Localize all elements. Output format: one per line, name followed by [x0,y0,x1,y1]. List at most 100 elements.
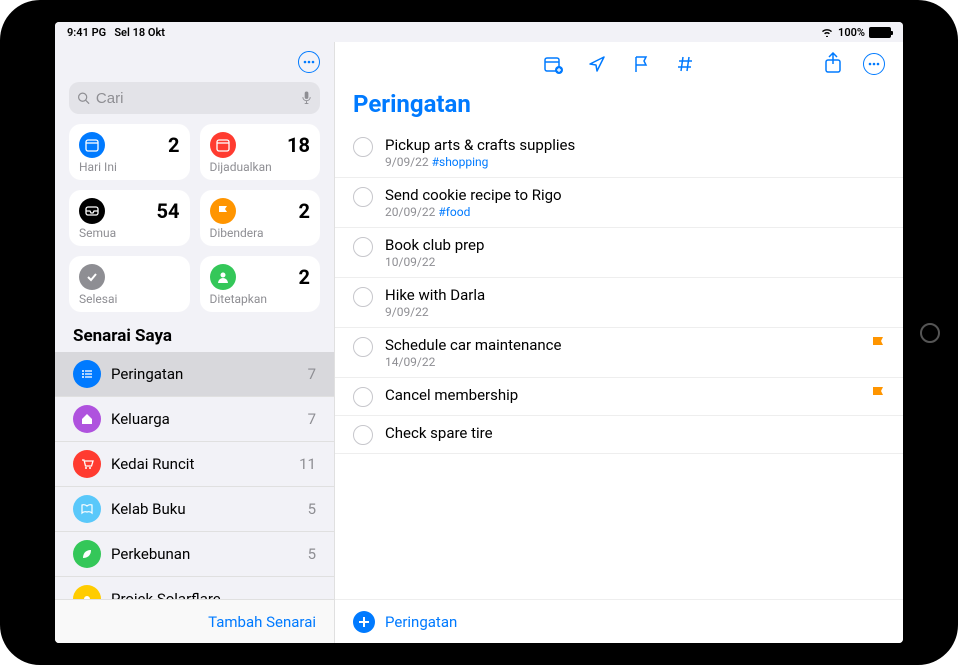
sidebar: 2 Hari Ini 18 Dijadualkan 54 Semua 2 Dib… [55,42,335,643]
reminder-meta: 9/09/22 #shopping [385,155,885,169]
calendar-add-icon[interactable] [543,54,563,74]
list-icon [73,360,101,388]
reminder-row[interactable]: Book club prep 10/09/22 [335,228,903,278]
my-lists-header: Senarai Saya [55,312,334,352]
reminder-checkbox[interactable] [353,187,373,207]
reminder-checkbox[interactable] [353,237,373,257]
smart-label: Dibendera [210,226,311,240]
inbox-icon [79,198,105,224]
home-icon [73,405,101,433]
smart-count: 2 [299,199,310,223]
smart-list-scheduled[interactable]: 18 Dijadualkan [200,124,321,180]
more-button[interactable] [298,51,320,73]
list-count: 7 [308,365,316,383]
sidebar-list-item[interactable]: Projek Solarflare [55,577,334,599]
list-label: Keluarga [111,410,298,428]
plus-icon [358,616,370,628]
list-label: Kedai Runcit [111,455,289,473]
list-count: 11 [299,455,316,473]
smart-count: 54 [157,199,180,223]
add-reminder-button[interactable] [353,611,375,633]
reminder-title: Hike with Darla [385,286,885,304]
smart-list-completed[interactable]: 0 Selesai [69,256,190,312]
reminder-title: Pickup arts & crafts supplies [385,136,885,154]
status-date: Sel 18 Okt [114,26,165,39]
location-icon[interactable] [587,54,607,74]
reminder-checkbox[interactable] [353,287,373,307]
list-label: Peringatan [111,365,298,383]
flag-icon [210,198,236,224]
search-icon [77,91,90,105]
ellipsis-icon [303,60,315,64]
book-icon [73,495,101,523]
battery-percent: 100% [838,26,865,39]
sidebar-list-item[interactable]: Keluarga 7 [55,397,334,442]
smart-label: Hari Ini [79,160,180,174]
wifi-icon [820,27,834,37]
mic-icon[interactable] [301,90,312,106]
smart-list-all[interactable]: 54 Semua [69,190,190,246]
smart-list-assigned[interactable]: 2 Ditetapkan [200,256,321,312]
reminder-tag[interactable]: #shopping [432,155,489,169]
sun-icon [73,585,101,599]
reminder-row[interactable]: Send cookie recipe to Rigo 20/09/22 #foo… [335,178,903,228]
list-label: Perkebunan [111,545,298,563]
reminder-row[interactable]: Hike with Darla 9/09/22 [335,278,903,328]
ipad-frame: 9:41 PG Sel 18 Okt 100% [0,0,958,665]
reminder-row[interactable]: Check spare tire [335,416,903,454]
main-toolbar [335,42,903,86]
search-field[interactable] [69,82,320,114]
person-icon [210,264,236,290]
search-input[interactable] [96,90,295,107]
reminder-row[interactable]: Schedule car maintenance 14/09/22 [335,328,903,378]
smart-list-flagged[interactable]: 2 Dibendera [200,190,321,246]
add-reminder-label[interactable]: Peringatan [385,613,457,631]
share-icon[interactable] [823,53,843,73]
reminder-meta: 9/09/22 [385,305,885,319]
sidebar-list-item[interactable]: Kedai Runcit 11 [55,442,334,487]
calendar-icon [79,132,105,158]
reminder-title: Check spare tire [385,424,885,442]
smart-label: Ditetapkan [210,292,311,306]
flag-indicator-icon [871,336,885,356]
list-count: 5 [308,500,316,518]
smart-label: Selesai [79,292,180,306]
home-button[interactable] [920,323,940,343]
smart-label: Semua [79,226,180,240]
reminder-title: Cancel membership [385,386,859,404]
reminder-meta: 20/09/22 #food [385,205,885,219]
smart-list-today[interactable]: 2 Hari Ini [69,124,190,180]
reminder-title: Send cookie recipe to Rigo [385,186,885,204]
list-label: Kelab Buku [111,500,298,518]
reminder-title: Schedule car maintenance [385,336,859,354]
battery-icon [869,27,891,38]
list-count: 7 [308,410,316,428]
list-title: Peringatan [335,86,903,128]
smart-count: 18 [287,133,310,157]
smart-label: Dijadualkan [210,160,311,174]
reminder-tag[interactable]: #food [438,205,470,219]
reminder-checkbox[interactable] [353,137,373,157]
add-list-button[interactable]: Tambah Senarai [208,613,316,631]
smart-count: 2 [299,265,310,289]
reminder-checkbox[interactable] [353,425,373,445]
hashtag-icon[interactable] [675,54,695,74]
reminder-checkbox[interactable] [353,337,373,357]
sidebar-list-item[interactable]: Perkebunan 5 [55,532,334,577]
flag-icon[interactable] [631,54,651,74]
check-icon [79,264,105,290]
reminder-checkbox[interactable] [353,387,373,407]
sidebar-list-item[interactable]: Kelab Buku 5 [55,487,334,532]
reminder-meta: 10/09/22 [385,255,885,269]
status-time: 9:41 PG [67,26,106,39]
sidebar-list-item[interactable]: Peringatan 7 [55,352,334,397]
list-label: Projek Solarflare [111,590,306,599]
calendar-icon [210,132,236,158]
reminder-row[interactable]: Cancel membership [335,378,903,416]
flag-indicator-icon [871,386,885,406]
main-panel: Peringatan Pickup arts & crafts supplies… [335,42,903,643]
reminder-row[interactable]: Pickup arts & crafts supplies 9/09/22 #s… [335,128,903,178]
smart-count: 2 [168,133,179,157]
leaf-icon [73,540,101,568]
main-more-button[interactable] [863,53,885,75]
